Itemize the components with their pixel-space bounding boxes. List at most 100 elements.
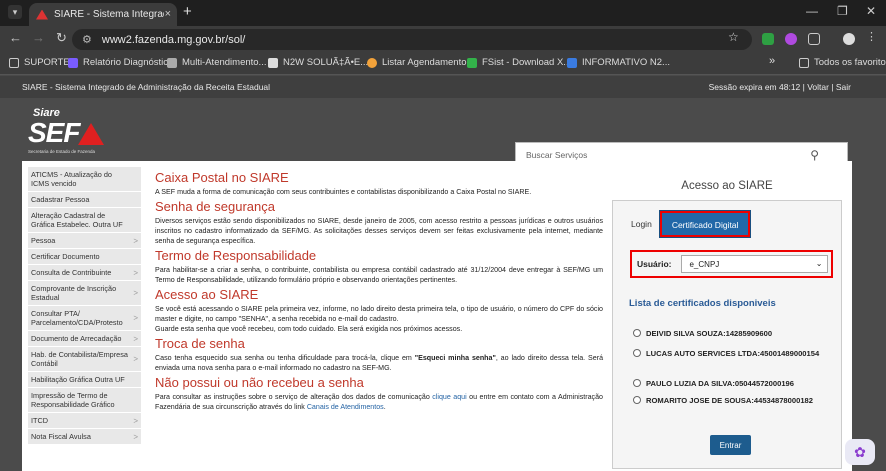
minimize-icon[interactable]: —	[806, 4, 818, 18]
bookmark-favicon-icon	[167, 57, 177, 68]
sidebar-item[interactable]: ATICMS - Atualização do ICMS vencido	[28, 167, 141, 192]
bookmark-star-icon[interactable]: ☆	[728, 30, 739, 44]
sidebar-item[interactable]: Comprovante de Inscrição Estadual >	[28, 281, 141, 306]
cert-option[interactable]: ROMARITO JOSE DE SOUSA:44534878000182	[633, 395, 833, 406]
heading-termo: Termo de Responsabilidade	[155, 248, 317, 263]
sidebar-item-label: ITCD	[31, 416, 49, 425]
all-favorites-folder[interactable]: Todos os favoritos	[799, 57, 886, 68]
sidebar-item[interactable]: Hab. de Contabilista/Empresa Contábil >	[28, 347, 141, 372]
close-window-icon[interactable]: ✕	[866, 4, 876, 18]
sidebar-item[interactable]: Documento de Arrecadação >	[28, 331, 141, 347]
text-termo: Para habilitar-se a criar a senha, o con…	[155, 266, 603, 284]
sidebar-item-label: Alteração Cadastral de Gráfica Estabelec…	[31, 211, 123, 229]
logo-triangle-icon	[78, 123, 104, 145]
menu-dots-icon[interactable]: ⋮	[866, 30, 878, 43]
user-type-row: Usuário: e_CNPJ ⌄	[630, 250, 833, 278]
cert-name: DEIVID SILVA SOUZA:14285909600	[646, 329, 773, 338]
chevron-right-icon: >	[133, 313, 138, 323]
sidebar-item-label: Pessoa	[31, 236, 56, 245]
sidebar-item-label: Consultar PTA/ Parcelamento/CDA/Protesto	[31, 309, 123, 327]
bookmark-relatorio[interactable]: Relatório Diagnóstic...	[68, 57, 176, 68]
sidebar-item[interactable]: ITCD >	[28, 413, 141, 429]
tab-login[interactable]: Login	[623, 211, 660, 237]
bookmark-suporte[interactable]: SUPORTE	[9, 57, 70, 68]
bookmark-favicon-icon	[68, 57, 78, 68]
cert-option[interactable]: DEIVID SILVA SOUZA:14285909600	[633, 328, 833, 339]
radio-button[interactable]	[633, 396, 641, 404]
forward-icon[interactable]: →	[32, 30, 45, 45]
sidebar-item-label: ATICMS - Atualização do ICMS vencido	[31, 170, 112, 188]
search-icon[interactable]: ⚲	[810, 148, 819, 162]
cert-option[interactable]: PAULO LUZIA DA SILVA:05044572000196	[633, 378, 833, 389]
session-links[interactable]: Sessão expira em 48:12 | Voltar | Sair	[709, 82, 851, 92]
sidebar-item[interactable]: Consultar PTA/ Parcelamento/CDA/Protesto…	[28, 306, 141, 331]
sidebar-item[interactable]: Pessoa >	[28, 233, 141, 249]
address-bar[interactable]: ⚙ www2.fazenda.mg.gov.br/sol/	[72, 29, 752, 50]
text-nao-possui: Para consultar as instruções sobre o ser…	[155, 392, 603, 412]
link-canais-atendimento[interactable]: Canais de Atendimentos	[307, 403, 384, 411]
bookmark-informativo[interactable]: INFORMATIVO N2...	[567, 57, 670, 68]
back-icon[interactable]: ←	[9, 30, 22, 45]
extensions-puzzle-icon[interactable]	[808, 33, 820, 45]
radio-button[interactable]	[633, 329, 641, 337]
extension-green-icon[interactable]	[762, 33, 774, 45]
folder-icon	[799, 57, 809, 68]
siare-sef-logo[interactable]: Siare SEF Secretaria de Estado de Fazend…	[28, 107, 108, 154]
copilot-assistant-icon[interactable]: ✿	[845, 439, 875, 465]
browser-tab-strip: ▾ SIARE - Sistema Integrado de A × + — ❐…	[0, 0, 886, 26]
browser-toolbar: ← → ↻ ⚙ www2.fazenda.mg.gov.br/sol/ ☆ ⋮	[0, 26, 886, 52]
cert-name: LUCAS AUTO SERVICES LTDA:45001489000154	[646, 349, 820, 358]
reload-icon[interactable]: ↻	[56, 30, 67, 46]
chevron-right-icon: >	[133, 432, 138, 441]
tab-title: SIARE - Sistema Integrado de A	[54, 9, 164, 20]
radio-button[interactable]	[633, 379, 641, 387]
sidebar-item[interactable]: Consulta de Contribuinte >	[28, 265, 141, 281]
tab-certificado-digital[interactable]: Certificado Digital	[658, 210, 752, 238]
sidebar-item[interactable]: Impressão de Termo de Responsabilidade G…	[28, 388, 141, 413]
sidebar-item[interactable]: Alteração Cadastral de Gráfica Estabelec…	[28, 208, 141, 233]
tab-search-icon[interactable]: ▾	[8, 5, 22, 19]
sidebar-item[interactable]: Nota Fiscal Avulsa >	[28, 429, 141, 445]
site-info-icon[interactable]: ⚙	[82, 33, 92, 46]
bookmark-listar-agendamento[interactable]: Listar Agendamento...	[367, 57, 474, 68]
sidebar-item-label: Hab. de Contabilista/Empresa Contábil	[31, 350, 128, 368]
user-type-label: Usuário:	[637, 259, 672, 269]
entrar-button[interactable]: Entrar	[710, 435, 751, 455]
siare-header: Siare SEF Secretaria de Estado de Fazend…	[0, 98, 886, 168]
profile-avatar-icon[interactable]	[843, 33, 855, 45]
tab-close-icon[interactable]: ×	[165, 8, 171, 20]
chevron-right-icon: >	[133, 354, 138, 364]
text-acesso-2: Guarde esta senha que você recebeu, com …	[155, 325, 463, 333]
sidebar-item-label: Consulta de Contribuinte	[31, 268, 112, 277]
text-acesso: Se você está acessando o SIARE pela prim…	[155, 305, 603, 323]
cert-option[interactable]: LUCAS AUTO SERVICES LTDA:45001489000154	[633, 348, 833, 359]
siare-topbar: SIARE - Sistema Integrado de Administraç…	[0, 76, 886, 98]
text-caixa-postal: A SEF muda a forma de comunicação com se…	[155, 188, 532, 196]
logo-sef-text: SEF	[28, 117, 80, 148]
logo-subtitle: Secretaria de Estado de Fazenda	[28, 149, 96, 154]
bookmark-multi-atendimento[interactable]: Multi-Atendimento...	[167, 57, 266, 68]
bookmarks-overflow-icon[interactable]: »	[769, 55, 775, 67]
access-box: Login Certificado Digital Usuário: e_CNP…	[612, 200, 842, 469]
main-content-panel: ATICMS - Atualização do ICMS vencido Cada…	[22, 161, 852, 471]
new-tab-button[interactable]: +	[183, 3, 192, 20]
user-type-select[interactable]: e_CNPJ ⌄	[681, 255, 829, 273]
restore-icon[interactable]: ❐	[837, 4, 848, 18]
heading-troca-senha: Troca de senha	[155, 336, 245, 351]
heading-acesso: Acesso ao SIARE	[155, 287, 259, 302]
access-title: Acesso ao SIARE	[681, 180, 773, 192]
sidebar-item[interactable]: Certificar Documento	[28, 249, 141, 265]
sidebar-item[interactable]: Habilitação Gráfica Outra UF	[28, 372, 141, 388]
bookmark-favicon-icon	[367, 57, 377, 68]
cert-list-title: Lista de certificados disponiveis	[629, 298, 776, 309]
radio-button[interactable]	[633, 349, 641, 357]
link-clique-aqui[interactable]: clique aqui	[432, 393, 466, 401]
heading-nao-possui: Não possui ou não recebeu a senha	[155, 375, 364, 390]
browser-tab-siare[interactable]: SIARE - Sistema Integrado de A ×	[29, 3, 177, 26]
bookmark-fsist[interactable]: FSist - Download X...	[467, 57, 571, 68]
sidebar-item[interactable]: Cadastrar Pessoa	[28, 192, 141, 208]
extension-copilot-icon[interactable]	[785, 33, 797, 45]
bookmark-n2w[interactable]: N2W SOLUÃ‡Ã•E...	[268, 57, 368, 68]
sidebar-item-label: Comprovante de Inscrição Estadual	[31, 284, 117, 302]
sidebar-item-label: Cadastrar Pessoa	[31, 195, 90, 204]
